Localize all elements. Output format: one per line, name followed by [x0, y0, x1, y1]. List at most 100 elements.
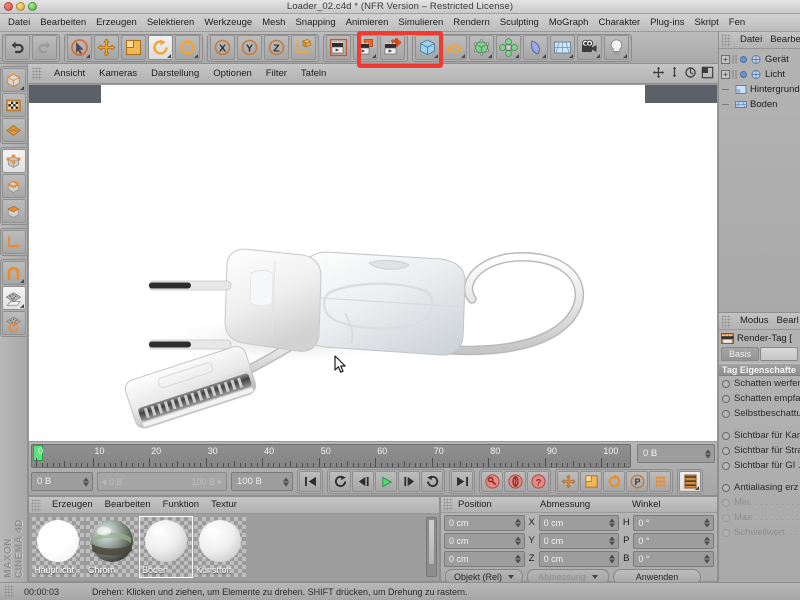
position-key-icon[interactable] — [557, 471, 579, 492]
viewport-menu-kameras[interactable]: Kameras — [92, 64, 144, 83]
texture-axis-icon[interactable] — [1, 93, 26, 117]
magnet-icon[interactable] — [1, 261, 26, 285]
menu-item-plug-ins[interactable]: Plug-ins — [645, 14, 689, 31]
attribute-property-row[interactable]: Max . . . . . . . . . . — [719, 510, 800, 525]
timeline-ruler[interactable]: 0 10 20 30 40 50 60 70 80 90 100 — [31, 444, 631, 468]
object-visibility-dots[interactable] — [732, 55, 737, 64]
object-visibility-dots[interactable] — [732, 70, 737, 79]
material-item[interactable]: Chrom — [86, 517, 138, 577]
attribute-menu-modus[interactable]: Modus — [736, 313, 773, 329]
attribute-property-row[interactable]: Sichtbar für Kan — [719, 428, 800, 443]
polygons-mode-icon[interactable] — [1, 199, 26, 223]
go-to-end-icon[interactable] — [451, 471, 473, 492]
dolly-icon[interactable] — [669, 66, 680, 79]
object-row[interactable]: Hintergrund — [719, 82, 800, 97]
position-field-Z[interactable]: 0 cm — [444, 550, 525, 567]
z-axis-icon[interactable]: Z — [264, 35, 289, 60]
end-frame-stepper[interactable] — [283, 477, 289, 486]
angle-field-H[interactable]: 0 ° — [633, 514, 715, 531]
attribute-property-row[interactable]: Schwellwert. . . . — [719, 525, 800, 540]
end-frame-field[interactable]: 100 B — [231, 472, 293, 491]
coordinates-panel-grip-icon[interactable] — [443, 498, 453, 511]
rotate-view-icon[interactable] — [684, 66, 697, 79]
pla-key-icon[interactable] — [649, 471, 671, 492]
expand-toggle[interactable]: + — [721, 55, 730, 64]
floor-icon[interactable] — [550, 35, 575, 60]
object-menu-bearbe[interactable]: Bearbe — [766, 32, 800, 48]
material-item[interactable]: Kunsttoff — [194, 517, 246, 577]
hypernurbs-icon[interactable] — [469, 35, 494, 60]
attribute-property-row[interactable]: Selbstbeschattu — [719, 406, 800, 421]
object-tag-dot[interactable] — [740, 56, 747, 63]
position-stepper-Y[interactable] — [514, 536, 521, 545]
axis-mode-icon[interactable] — [1, 230, 26, 254]
autokey-icon[interactable] — [504, 471, 526, 492]
pan-icon[interactable] — [652, 66, 665, 79]
material-item[interactable]: Hauptlicht — [32, 517, 84, 577]
preview-frame-stepper[interactable] — [705, 449, 711, 458]
light-icon[interactable] — [604, 35, 629, 60]
angle-field-B[interactable]: 0 ° — [633, 550, 715, 567]
material-menu-bearbeiten[interactable]: Bearbeiten — [99, 497, 157, 513]
object-row[interactable]: + Licht — [719, 67, 800, 82]
key-selection-icon[interactable]: ? — [527, 471, 549, 492]
param-key-icon[interactable]: P — [626, 471, 648, 492]
viewport-menu-optionen[interactable]: Optionen — [206, 64, 259, 83]
viewport-menu-darstellung[interactable]: Darstellung — [144, 64, 206, 83]
menu-item-mesh[interactable]: Mesh — [257, 14, 290, 31]
preview-frame-field[interactable]: 0 B — [637, 444, 715, 463]
rotate-alt-icon[interactable] — [175, 35, 200, 60]
menu-item-simulieren[interactable]: Simulieren — [393, 14, 448, 31]
status-grip-icon[interactable] — [4, 585, 14, 598]
material-scroll-thumb[interactable] — [428, 519, 435, 565]
angle-stepper-P[interactable] — [704, 536, 711, 545]
menu-item-charakter[interactable]: Charakter — [593, 14, 645, 31]
array-icon[interactable] — [496, 35, 521, 60]
attribute-property-row[interactable]: Sichtbar für Stra — [719, 443, 800, 458]
menu-item-sculpting[interactable]: Sculpting — [495, 14, 544, 31]
menu-item-mograph[interactable]: MoGraph — [544, 14, 594, 31]
menu-item-selektieren[interactable]: Selektieren — [142, 14, 200, 31]
attribute-property-row[interactable]: Antialiasing erz — [719, 480, 800, 495]
property-checkbox[interactable] — [722, 528, 730, 537]
material-scrollbar[interactable] — [426, 517, 437, 577]
angle-stepper-H[interactable] — [704, 518, 711, 527]
property-checkbox[interactable] — [722, 483, 730, 492]
expand-toggle[interactable]: + — [721, 70, 730, 79]
viewport-menu-filter[interactable]: Filter — [259, 64, 294, 83]
undo-icon[interactable] — [5, 35, 30, 60]
x-axis-icon[interactable]: X — [210, 35, 235, 60]
material-item[interactable]: Boden — [139, 516, 193, 578]
menu-item-rendern[interactable]: Rendern — [448, 14, 494, 31]
menu-item-fen[interactable]: Fen — [724, 14, 750, 31]
object-row[interactable]: + Gerät — [719, 52, 800, 67]
attribute-menu-bearl[interactable]: Bearl — [773, 313, 800, 329]
menu-item-snapping[interactable]: Snapping — [290, 14, 340, 31]
bend-icon[interactable] — [523, 35, 548, 60]
menu-item-werkzeuge[interactable]: Werkzeuge — [199, 14, 257, 31]
object-tag-dot[interactable] — [740, 71, 747, 78]
attribute-property-row[interactable]: Sichtbar für GI . — [719, 458, 800, 473]
layout-icon[interactable] — [701, 66, 714, 79]
viewport-3d[interactable] — [28, 84, 718, 442]
play-icon[interactable] — [375, 471, 397, 492]
make-editable-icon[interactable] — [1, 68, 26, 92]
spline-icon[interactable] — [442, 35, 467, 60]
size-stepper-Z[interactable] — [609, 554, 616, 563]
select-cursor-icon[interactable] — [67, 35, 92, 60]
go-to-start-icon[interactable] — [299, 471, 321, 492]
world-coord-icon[interactable] — [291, 35, 316, 60]
angle-field-P[interactable]: 0 ° — [633, 532, 715, 549]
size-field-Y[interactable]: 0 cm — [538, 532, 620, 549]
loop-icon[interactable] — [421, 471, 443, 492]
object-row[interactable]: Boden — [719, 97, 800, 112]
viewport-menu-tafeln[interactable]: Tafeln — [294, 64, 333, 83]
material-panel-grip-icon[interactable] — [31, 498, 41, 512]
points-mode-icon[interactable] — [1, 149, 26, 173]
move-icon[interactable] — [94, 35, 119, 60]
record-key-icon[interactable] — [481, 471, 503, 492]
material-menu-funktion[interactable]: Funktion — [157, 497, 205, 513]
property-checkbox[interactable] — [722, 379, 730, 388]
property-checkbox[interactable] — [722, 513, 730, 522]
scale-icon[interactable] — [121, 35, 146, 60]
